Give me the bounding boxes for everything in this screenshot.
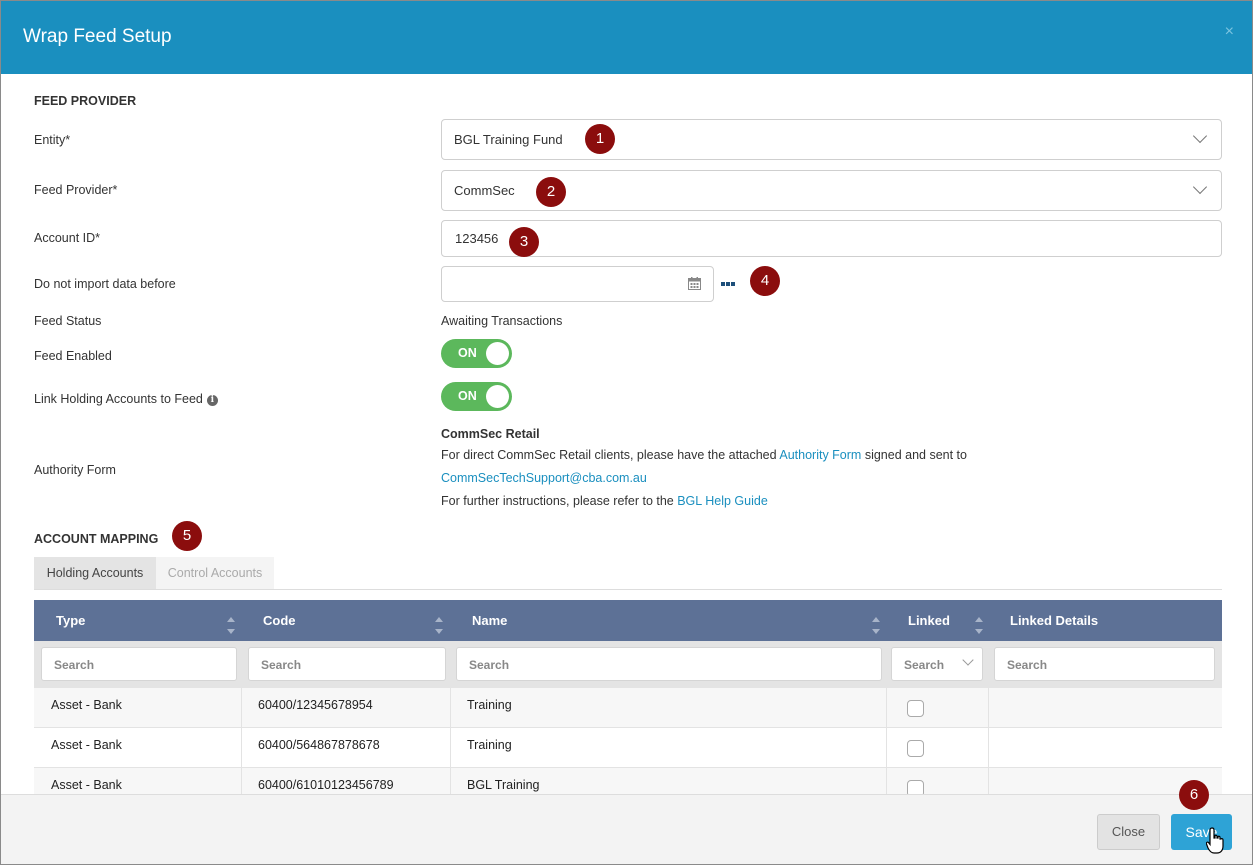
toggle-knob	[486, 385, 509, 408]
entity-value: BGL Training Fund	[454, 132, 563, 147]
close-button[interactable]: Close	[1097, 814, 1160, 850]
table-row[interactable]: Asset - Bank 60400/564867878678 Training	[34, 728, 1222, 768]
grid-body: Asset - Bank 60400/12345678954 Training …	[34, 688, 1222, 808]
account-mapping-grid: Type Code Name Linked Linked Details Sea…	[34, 600, 1222, 808]
authority-text-2: signed and sent to	[861, 448, 967, 462]
hand-cursor-icon	[1206, 827, 1224, 854]
link-holding-label: Link Holding Accounts to Feed i	[34, 392, 218, 406]
cell-name: Training	[467, 738, 512, 752]
column-header-linked-details: Linked Details	[1010, 600, 1210, 641]
dialog-title: Wrap Feed Setup	[23, 26, 172, 47]
feed-enabled-toggle[interactable]: ON	[441, 339, 512, 368]
chevron-down-icon	[1192, 128, 1208, 144]
step-marker-5: 5	[172, 521, 202, 551]
column-title: Linked	[908, 613, 950, 628]
code-search-input[interactable]: Search	[248, 647, 446, 681]
wrap-feed-setup-dialog: Wrap Feed Setup × FEED PROVIDER Entity* …	[0, 0, 1253, 865]
cell-code: 60400/564867878678	[258, 738, 380, 752]
link-holding-toggle[interactable]: ON	[441, 382, 512, 411]
account-id-value: 123456	[455, 231, 499, 246]
column-title: Linked Details	[1010, 613, 1099, 628]
cell-type: Asset - Bank	[51, 738, 122, 752]
feed-provider-label: Feed Provider*	[34, 183, 118, 197]
step-marker-6: 6	[1179, 780, 1209, 810]
authority-heading: CommSec Retail	[441, 427, 540, 441]
close-icon[interactable]: ×	[1225, 23, 1234, 41]
authority-form-link[interactable]: Authority Form	[779, 448, 861, 462]
tabs-divider	[34, 589, 1222, 590]
authority-form-label: Authority Form	[34, 463, 116, 477]
help-guide-line: For further instructions, please refer t…	[441, 494, 768, 508]
step-marker-1: 1	[585, 124, 615, 154]
dialog-header: Wrap Feed Setup ×	[1, 1, 1252, 74]
help-guide-link[interactable]: BGL Help Guide	[677, 494, 768, 508]
sort-icon[interactable]	[435, 617, 445, 639]
more-options-icon[interactable]	[721, 273, 739, 289]
sort-icon[interactable]	[975, 617, 985, 639]
chevron-down-icon	[962, 654, 974, 666]
feed-provider-heading: FEED PROVIDER	[34, 94, 137, 108]
step-marker-2: 2	[536, 177, 566, 207]
column-header-name[interactable]: Name	[472, 600, 892, 641]
tab-holding-accounts[interactable]: Holding Accounts	[34, 557, 156, 589]
cell-name: BGL Training	[467, 778, 540, 792]
grid-header: Type Code Name Linked Linked Details	[34, 600, 1222, 641]
import-before-date-input[interactable]	[441, 266, 714, 302]
entity-label: Entity*	[34, 133, 71, 147]
column-title: Code	[263, 613, 296, 628]
column-header-type[interactable]: Type	[56, 600, 241, 641]
import-before-label: Do not import data before	[34, 277, 176, 291]
cell-type: Asset - Bank	[51, 778, 122, 792]
column-header-code[interactable]: Code	[263, 600, 448, 641]
help-guide-text: For further instructions, please refer t…	[441, 494, 678, 508]
table-row[interactable]: Asset - Bank 60400/12345678954 Training	[34, 688, 1222, 728]
tab-control-accounts[interactable]: Control Accounts	[156, 557, 274, 589]
column-title: Type	[56, 613, 86, 628]
account-mapping-heading: ACCOUNT MAPPING	[34, 532, 159, 546]
sort-icon[interactable]	[227, 617, 237, 639]
info-icon[interactable]: i	[206, 395, 218, 406]
linked-details-search-input[interactable]: Search	[994, 647, 1215, 681]
name-search-input[interactable]: Search	[456, 647, 882, 681]
column-header-linked[interactable]: Linked	[908, 600, 998, 641]
account-id-input[interactable]: 123456	[441, 220, 1222, 257]
link-holding-label-text: Link Holding Accounts to Feed	[34, 392, 203, 406]
calendar-icon[interactable]	[688, 277, 701, 290]
linked-search-select[interactable]: Search	[891, 647, 983, 681]
linked-search-value: Search	[904, 658, 945, 672]
toggle-knob	[486, 342, 509, 365]
cell-linked-details	[989, 728, 1222, 768]
cell-name: Training	[467, 698, 512, 712]
authority-text-1: For direct CommSec Retail clients, pleas…	[441, 448, 780, 462]
linked-checkbox[interactable]	[907, 700, 924, 717]
linked-checkbox[interactable]	[907, 740, 924, 757]
feed-provider-value: CommSec	[454, 183, 515, 198]
cell-code: 60400/12345678954	[258, 698, 373, 712]
feed-enabled-label: Feed Enabled	[34, 349, 112, 363]
cell-type: Asset - Bank	[51, 698, 122, 712]
feed-status-value: Awaiting Transactions	[441, 314, 563, 328]
step-marker-3: 3	[509, 227, 539, 257]
feed-status-label: Feed Status	[34, 314, 102, 328]
toggle-state-label: ON	[458, 346, 477, 360]
toggle-state-label: ON	[458, 389, 477, 403]
support-email-line: CommSecTechSupport@cba.com.au	[441, 471, 647, 485]
support-email-link[interactable]: CommSecTechSupport@cba.com.au	[441, 471, 647, 485]
dialog-footer: Close Save 6	[1, 780, 1252, 864]
sort-icon[interactable]	[872, 617, 882, 639]
step-marker-4: 4	[750, 266, 780, 296]
filter-row: Search Search Search Search Search	[34, 641, 1222, 688]
authority-instructions: For direct CommSec Retail clients, pleas…	[441, 448, 967, 462]
column-title: Name	[472, 613, 508, 628]
type-search-input[interactable]: Search	[41, 647, 237, 681]
entity-select[interactable]: BGL Training Fund	[441, 119, 1222, 160]
chevron-down-icon	[1192, 179, 1208, 195]
account-id-label: Account ID*	[34, 231, 101, 245]
cell-code: 60400/61010123456789	[258, 778, 394, 792]
cell-linked-details	[989, 688, 1222, 728]
